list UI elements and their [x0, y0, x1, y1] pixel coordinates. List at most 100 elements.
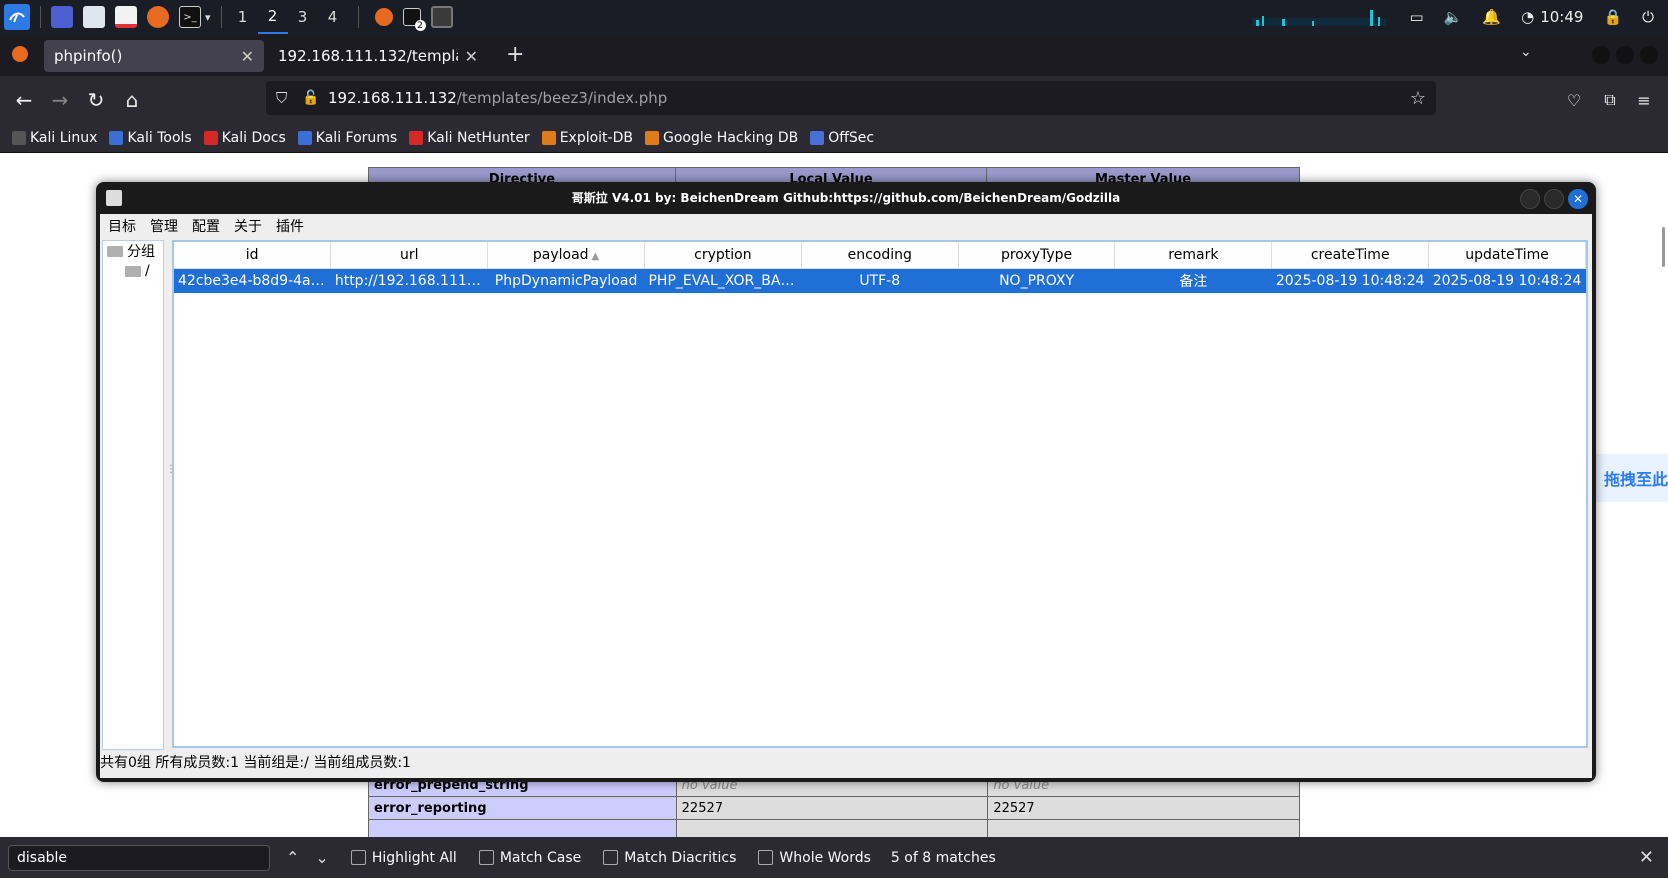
maximize-icon[interactable] [1544, 189, 1564, 209]
col-updatetime[interactable]: updateTime [1428, 242, 1586, 269]
bookmark-kali-nethunter[interactable]: Kali NetHunter [409, 130, 530, 146]
checkbox-box[interactable] [603, 850, 619, 865]
minimize-icon[interactable] [1520, 189, 1540, 209]
text-editor-icon[interactable] [115, 6, 137, 28]
find-result-count: 5 of 8 matches [890, 849, 996, 866]
cpu-graph-icon [1251, 10, 1386, 26]
extensions-icon[interactable]: ⧉ [1598, 88, 1622, 112]
list-tabs-icon[interactable]: ⌄ [1520, 44, 1532, 60]
menu-target[interactable]: 目标 [108, 216, 136, 236]
cell-remark[interactable]: 备注 [1114, 268, 1272, 293]
chevron-down-icon[interactable]: ▾ [205, 11, 211, 24]
close-window-icon[interactable] [1640, 46, 1658, 64]
volume-icon[interactable]: 🔈 [1444, 8, 1463, 26]
bookmark-kali-docs[interactable]: Kali Docs [203, 130, 286, 146]
firefox-window-icon[interactable] [374, 8, 393, 26]
forward-icon[interactable]: → [48, 88, 72, 112]
cell-proxytype[interactable]: NO_PROXY [958, 268, 1115, 293]
bookmark-google-hacking-db[interactable]: Google Hacking DB [644, 130, 798, 146]
col-createtime[interactable]: createTime [1271, 242, 1430, 269]
whole-words-checkbox[interactable]: Whole Words [758, 850, 871, 866]
checkbox-box[interactable] [350, 850, 366, 865]
page-scrollbar[interactable] [1662, 227, 1665, 267]
table-row[interactable]: 42cbe3e4-b8d9-4a5... http://192.168.111.… [174, 268, 1586, 293]
reload-icon[interactable]: ↻ [84, 88, 108, 112]
godzilla-window-icon[interactable] [430, 6, 453, 28]
cell-createtime[interactable]: 2025-08-19 10:48:24 [1271, 268, 1429, 293]
bookmark-label: Kali NetHunter [427, 130, 530, 146]
close-tab-icon[interactable]: ✕ [241, 47, 254, 66]
split-pane-divider[interactable]: ⋮ [166, 464, 176, 478]
close-tab-icon[interactable]: ✕ [465, 47, 478, 66]
power-icon[interactable]: ⏻ [1642, 8, 1654, 26]
maximize-icon[interactable] [1616, 46, 1634, 64]
firefox-view-icon[interactable] [12, 46, 28, 62]
workspace-2[interactable]: 2 [257, 0, 288, 34]
close-find-bar-icon[interactable]: ✕ [1639, 847, 1654, 868]
window-title: 哥斯拉 V4.01 by: BeichenDream Github:https:… [571, 191, 1121, 205]
cell-encoding[interactable]: UTF-8 [801, 268, 959, 293]
tree-child-label: / [145, 263, 150, 279]
cell-id[interactable]: 42cbe3e4-b8d9-4a5... [174, 268, 331, 293]
menu-about[interactable]: 关于 [234, 216, 262, 236]
match-diacritics-checkbox[interactable]: Match Diacritics [603, 850, 736, 866]
clock-time[interactable]: 10:49 [1540, 8, 1583, 26]
tab-templates[interactable]: 192.168.111.132/templates/be ✕ [268, 40, 488, 72]
back-icon[interactable]: ← [12, 88, 36, 112]
home-icon[interactable]: ⌂ [120, 88, 144, 112]
insecure-lock-icon[interactable]: 🔓 [302, 90, 319, 106]
shield-icon[interactable]: ⛉ [276, 89, 287, 107]
taskbar-separator [220, 6, 222, 28]
lock-icon[interactable]: 🔒 [1603, 8, 1622, 26]
show-desktop-icon[interactable] [51, 6, 73, 28]
checkbox-box[interactable] [758, 850, 774, 865]
tree-child[interactable]: / [125, 261, 163, 281]
col-url[interactable]: url [330, 242, 489, 269]
find-previous-icon[interactable]: ⌃ [286, 848, 299, 867]
minimize-icon[interactable] [1592, 46, 1610, 64]
notifications-icon[interactable]: 🔔 [1482, 8, 1501, 26]
bookmark-kali-tools[interactable]: Kali Tools [109, 130, 192, 146]
tree-root[interactable]: 分组 [107, 241, 163, 261]
col-encoding[interactable]: encoding [801, 242, 959, 269]
checkbox-box[interactable] [478, 850, 494, 865]
col-cryption[interactable]: cryption [644, 242, 802, 269]
display-icon[interactable]: ▭ [1410, 8, 1424, 26]
col-remark[interactable]: remark [1114, 242, 1273, 269]
workspace-4[interactable]: 4 [318, 0, 348, 34]
bookmark-kali-linux[interactable]: Kali Linux [12, 130, 97, 146]
url-text[interactable]: 192.168.111.132/templates/beez3/index.ph… [328, 89, 667, 107]
menu-plugins[interactable]: 插件 [276, 216, 304, 236]
find-input[interactable] [8, 844, 270, 871]
cell-cryption[interactable]: PHP_EVAL_XOR_BAS... [644, 268, 802, 293]
pocket-icon[interactable]: ♡ [1562, 88, 1586, 112]
kali-menu-icon[interactable] [4, 4, 30, 30]
file-manager-icon[interactable] [83, 6, 105, 28]
menu-manage[interactable]: 管理 [150, 216, 178, 236]
find-next-icon[interactable]: ⌄ [315, 848, 328, 867]
menu-config[interactable]: 配置 [192, 216, 220, 236]
col-id[interactable]: id [174, 242, 332, 269]
workspace-3[interactable]: 3 [288, 0, 318, 34]
col-payload[interactable]: payload ▲ [487, 242, 645, 269]
cell-payload[interactable]: PhpDynamicPayload [487, 268, 645, 293]
tab-phpinfo[interactable]: phpinfo() ✕ [44, 40, 264, 72]
close-icon[interactable]: ✕ [1568, 189, 1588, 209]
col-proxytype[interactable]: proxyType [958, 242, 1116, 269]
bookmark-exploit-db[interactable]: Exploit-DB [541, 130, 633, 146]
match-case-checkbox[interactable]: Match Case [478, 850, 581, 866]
cell-url[interactable]: http://192.168.111.132... [330, 268, 488, 293]
terminal-icon[interactable]: >_ [179, 6, 201, 28]
url-bar[interactable]: ⛉ 🔓 192.168.111.132/templates/beez3/inde… [266, 81, 1436, 115]
bookmark-kali-forums[interactable]: Kali Forums [297, 130, 397, 146]
new-tab-button[interactable]: + [506, 42, 524, 67]
bookmark-offsec[interactable]: OffSec [810, 130, 874, 146]
firefox-icon[interactable] [147, 6, 169, 28]
app-menu-icon[interactable]: ≡ [1632, 88, 1656, 112]
terminal-window-icon[interactable]: 2 [402, 8, 426, 31]
highlight-all-checkbox[interactable]: Highlight All [350, 850, 457, 866]
offsec-icon [810, 131, 825, 145]
cell-updatetime[interactable]: 2025-08-19 10:48:24 [1428, 268, 1586, 293]
bookmark-star-icon[interactable]: ☆ [1410, 88, 1426, 109]
workspace-1[interactable]: 1 [228, 0, 258, 34]
